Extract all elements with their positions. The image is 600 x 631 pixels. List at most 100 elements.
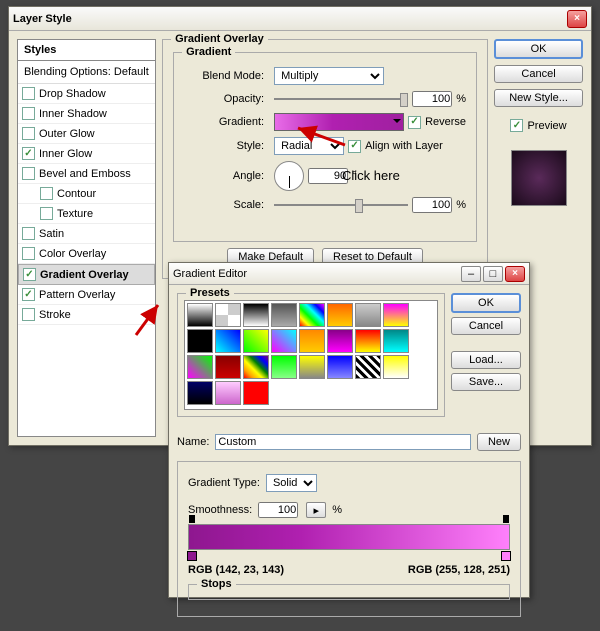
preset-swatch[interactable]: [271, 355, 297, 379]
checkbox[interactable]: ✓: [22, 127, 35, 140]
chevron-right-icon[interactable]: ▸: [306, 502, 326, 518]
style-select[interactable]: Radial: [274, 137, 344, 155]
preview-checkbox[interactable]: ✓: [510, 119, 523, 132]
preset-swatch[interactable]: [355, 355, 381, 379]
style-item-label: Drop Shadow: [39, 88, 106, 100]
close-icon[interactable]: ×: [505, 266, 525, 282]
checkbox[interactable]: ✓: [40, 207, 53, 220]
preset-swatch[interactable]: [327, 329, 353, 353]
style-item-color-overlay[interactable]: ✓Color Overlay: [18, 244, 155, 264]
preset-swatch[interactable]: [187, 303, 213, 327]
angle-label: Angle:: [184, 170, 264, 182]
preset-swatch[interactable]: [215, 329, 241, 353]
styles-list: Styles Blending Options: Default ✓ Drop S…: [17, 39, 156, 437]
preset-swatch[interactable]: [215, 381, 241, 405]
preset-swatch[interactable]: [383, 303, 409, 327]
checkbox[interactable]: ✓: [40, 187, 53, 200]
preset-swatch[interactable]: [299, 355, 325, 379]
checkbox[interactable]: ✓: [22, 308, 35, 321]
gradient-picker[interactable]: [274, 113, 404, 131]
style-item-contour[interactable]: ✓Contour: [18, 184, 155, 204]
gradient-overlay-title: Gradient Overlay: [171, 33, 268, 45]
opacity-label: Opacity:: [184, 93, 264, 105]
gradient-type-select[interactable]: Solid: [266, 474, 317, 492]
opacity-slider[interactable]: [274, 91, 408, 107]
preset-swatch[interactable]: [215, 303, 241, 327]
checkbox[interactable]: ✓: [22, 147, 35, 160]
align-label: Align with Layer: [365, 140, 443, 152]
preset-swatch[interactable]: [187, 329, 213, 353]
style-item-inner-shadow[interactable]: ✓ Inner Shadow: [18, 104, 155, 124]
style-item-stroke[interactable]: ✓ Stroke: [18, 305, 155, 325]
preset-swatch[interactable]: [355, 303, 381, 327]
style-item-bevel-and-emboss[interactable]: ✓ Bevel and Emboss: [18, 164, 155, 184]
style-item-gradient-overlay[interactable]: ✓Gradient Overlay: [18, 264, 155, 285]
style-item-drop-shadow[interactable]: ✓ Drop Shadow: [18, 84, 155, 104]
maximize-icon[interactable]: □: [483, 266, 503, 282]
styles-header[interactable]: Styles: [18, 40, 155, 61]
preset-swatch[interactable]: [383, 329, 409, 353]
opacity-stop[interactable]: [189, 515, 195, 523]
preset-swatch[interactable]: [187, 381, 213, 405]
ge-ok-button[interactable]: OK: [451, 293, 521, 313]
checkbox[interactable]: ✓: [22, 167, 35, 180]
preset-swatch[interactable]: [327, 355, 353, 379]
preset-swatch[interactable]: [215, 355, 241, 379]
ok-button[interactable]: OK: [494, 39, 583, 59]
preset-swatch[interactable]: [243, 355, 269, 379]
checkbox[interactable]: ✓: [22, 107, 35, 120]
gradient-editor-titlebar[interactable]: Gradient Editor – □ ×: [169, 263, 529, 285]
checkbox[interactable]: ✓: [22, 288, 35, 301]
preset-swatch[interactable]: [243, 381, 269, 405]
style-item-inner-glow[interactable]: ✓Inner Glow: [18, 144, 155, 164]
color-stop[interactable]: [187, 551, 197, 561]
checkbox[interactable]: ✓: [22, 247, 35, 260]
preset-swatch[interactable]: [327, 303, 353, 327]
blending-options[interactable]: Blending Options: Default: [18, 61, 155, 84]
preset-swatch[interactable]: [243, 303, 269, 327]
reverse-checkbox[interactable]: ✓: [408, 116, 421, 129]
style-item-label: Pattern Overlay: [39, 289, 115, 301]
presets-label: Presets: [186, 287, 234, 299]
name-input[interactable]: [215, 434, 471, 450]
layer-style-titlebar[interactable]: Layer Style ×: [9, 7, 591, 31]
style-item-label: Satin: [39, 228, 64, 240]
style-item-outer-glow[interactable]: ✓Outer Glow: [18, 124, 155, 144]
smoothness-label: Smoothness:: [188, 504, 252, 516]
preset-swatch[interactable]: [271, 303, 297, 327]
checkbox[interactable]: ✓: [23, 268, 36, 281]
close-icon[interactable]: ×: [567, 10, 587, 28]
smoothness-value[interactable]: [258, 502, 298, 518]
preset-swatch[interactable]: [383, 355, 409, 379]
style-item-satin[interactable]: ✓ Satin: [18, 224, 155, 244]
scale-slider[interactable]: [274, 197, 408, 213]
align-checkbox[interactable]: ✓: [348, 140, 361, 153]
cancel-button[interactable]: Cancel: [494, 65, 583, 83]
minimize-icon[interactable]: –: [461, 266, 481, 282]
ge-load-button[interactable]: Load...: [451, 351, 521, 369]
opacity-stop[interactable]: [503, 515, 509, 523]
style-item-texture[interactable]: ✓Texture: [18, 204, 155, 224]
new-gradient-button[interactable]: New: [477, 433, 521, 451]
ge-cancel-button[interactable]: Cancel: [451, 317, 521, 335]
preset-swatch[interactable]: [271, 329, 297, 353]
color-stop[interactable]: [501, 551, 511, 561]
new-style-button[interactable]: New Style...: [494, 89, 583, 107]
preset-swatch[interactable]: [243, 329, 269, 353]
preset-swatch[interactable]: [355, 329, 381, 353]
style-item-label: Inner Shadow: [39, 108, 107, 120]
ge-save-button[interactable]: Save...: [451, 373, 521, 391]
preset-swatch[interactable]: [187, 355, 213, 379]
style-item-label: Bevel and Emboss: [39, 168, 131, 180]
scale-value[interactable]: [412, 197, 452, 213]
gradient-bar[interactable]: [188, 524, 510, 550]
opacity-value[interactable]: [412, 91, 452, 107]
style-item-label: Stroke: [39, 309, 71, 321]
angle-dial[interactable]: [274, 161, 304, 191]
preset-swatch[interactable]: [299, 329, 325, 353]
blend-mode-select[interactable]: Multiply: [274, 67, 384, 85]
preset-swatch[interactable]: [299, 303, 325, 327]
style-item-pattern-overlay[interactable]: ✓ Pattern Overlay: [18, 285, 155, 305]
checkbox[interactable]: ✓: [22, 87, 35, 100]
checkbox[interactable]: ✓: [22, 227, 35, 240]
